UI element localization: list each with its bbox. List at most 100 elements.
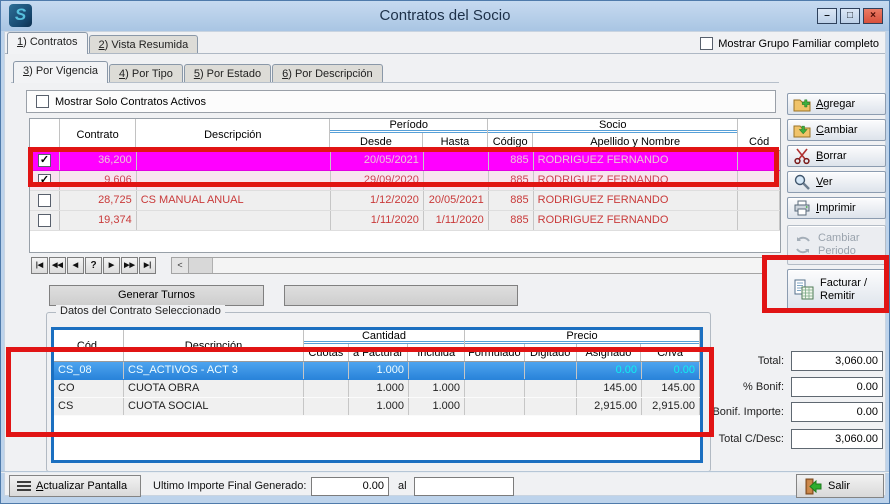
bonif-pct-field[interactable]: 0.00 [791,377,883,397]
ultimo-importe-label: Ultimo Importe Final Generado: [153,480,306,492]
cod-column-header: Cód. [54,330,124,361]
contract-row-0[interactable]: ✓36,20020/05/2021885RODRIGUEZ FERNANDO [30,151,780,171]
bonif-importe-label: Bonif. Importe: [634,406,784,418]
cell-descripcion: CUOTA OBRA [124,380,304,397]
agregar-label: Agregar [816,98,855,110]
cambiar-periodo-label: Cambiar Periodo [818,232,880,257]
row-checkbox[interactable] [38,214,51,227]
folder-change-icon [793,121,811,139]
imprimir-button[interactable]: Imprimir [787,197,886,219]
nav-button-4[interactable]: ▶ [103,257,120,274]
nav-button-5[interactable]: ▶▶ [121,257,138,274]
cell-codigo: 885 [489,211,534,230]
subtab-2[interactable]: 5) Por Estado [184,64,271,83]
magnifier-icon [793,173,811,191]
detail-table-body: CS_08CS_ACTIVOS - ACT 31.0000.000.00COCU… [54,362,700,416]
contracts-table-body: ✓36,20020/05/2021885RODRIGUEZ FERNANDO✓9… [30,151,780,231]
minimize-button[interactable]: – [817,8,837,24]
contract-row-2[interactable]: 28,725CS MANUAL ANUAL1/12/202020/05/2021… [30,191,780,211]
row-checkbox-cell [30,191,60,210]
row-checkbox-cell [30,211,60,230]
solo-activos-label: Mostrar Solo Contratos Activos [55,96,206,108]
detail-row-0[interactable]: CS_08CS_ACTIVOS - ACT 31.0000.000.00 [54,362,700,380]
cantidad-group-header: Cantidad Cuotas a Facturar Incluida [304,330,465,361]
periodo-group-label: Período [330,119,487,133]
contract-row-3[interactable]: 19,3741/11/20201/11/2020885RODRIGUEZ FER… [30,211,780,231]
nav-button-0[interactable]: |◀ [31,257,48,274]
cell-cuotas [304,398,349,415]
row-checkbox-cell: ✓ [30,151,60,170]
actualizar-pantalla-button[interactable]: Actualizar Pantalla [9,475,141,497]
facturar-remitir-button[interactable]: Facturar / Remitir [787,269,886,311]
agregar-button[interactable]: Agregar [787,93,886,115]
cell-codigo: 885 [489,191,534,210]
socio-group-header: Socio Código Apellido y Nombre [488,119,738,150]
grupo-familiar-checkbox[interactable] [700,37,713,50]
cell-apellido: RODRIGUEZ FERNANDO [534,151,738,170]
detail-row-1[interactable]: COCUOTA OBRA1.0001.000145.00145.00 [54,380,700,398]
contract-row-1[interactable]: ✓9,60629/09/2020885RODRIGUEZ FERNANDO [30,171,780,191]
al-field[interactable] [414,477,514,496]
cell-a_facturar: 1.000 [349,362,409,379]
cell-a_facturar: 1.000 [349,380,409,397]
salir-button[interactable]: Salir [796,474,884,498]
cell-a_facturar: 1.000 [349,398,409,415]
precio-group-label: Precio [465,330,699,344]
ver-button[interactable]: Ver [787,171,886,193]
formulado-column-header: Formulado [465,344,525,361]
row-checkbox[interactable]: ✓ [38,154,51,167]
tab-1[interactable]: 2) Vista Resumida [89,35,199,54]
cell-contrato: 28,725 [60,191,137,210]
cambiar-button[interactable]: Cambiar [787,119,886,141]
total-cdesc-field[interactable]: 3,060.00 [791,429,883,449]
scrollbar-thumb[interactable] [189,258,213,273]
row-checkbox[interactable]: ✓ [38,174,51,187]
row-checkbox-cell: ✓ [30,171,60,190]
ultimo-importe-field[interactable]: 0.00 [311,477,389,496]
solo-activos-bar: Mostrar Solo Contratos Activos [26,90,776,113]
maximize-button[interactable]: □ [840,8,860,24]
nav-button-3[interactable]: ? [85,257,102,274]
nav-button-1[interactable]: ◀◀ [49,257,66,274]
cell-cod2 [738,211,780,230]
nav-button-6[interactable]: ▶| [139,257,156,274]
window-controls: – □ × [817,8,883,24]
detail-row-2[interactable]: CSCUOTA SOCIAL1.0001.0002,915.002,915.00 [54,398,700,416]
cell-hasta: 20/05/2021 [424,191,489,210]
blank-button[interactable] [284,285,518,306]
borrar-button[interactable]: Borrar [787,145,886,167]
cell-cuotas [304,362,349,379]
apellido-column-header: Apellido y Nombre [533,133,737,150]
generar-turnos-button[interactable]: Generar Turnos [49,285,264,306]
cell-descripcion: CS_ACTIVOS - ACT 3 [124,362,304,379]
actualizar-pantalla-label: Actualizar Pantalla [36,480,127,492]
subtab-1[interactable]: 4) Por Tipo [109,64,183,83]
total-field[interactable]: 3,060.00 [791,351,883,371]
cambiar-label: Cambiar [816,124,858,136]
cell-hasta: 1/11/2020 [424,211,489,230]
subtab-0[interactable]: 3) Por Vigencia [13,61,108,83]
cell-contrato: 19,374 [60,211,137,230]
hasta-column-header: Hasta [423,133,488,150]
socio-group-label: Socio [488,119,737,133]
descripcion-column-header: Descripción [136,119,330,150]
tab-0[interactable]: 1) Contratos [7,32,88,54]
nav-button-2[interactable]: ◀ [67,257,84,274]
subtab-3[interactable]: 6) Por Descripción [272,64,382,83]
cambiar-periodo-button[interactable]: Cambiar Periodo [787,225,886,265]
scroll-left-icon[interactable]: < [172,258,189,273]
horizontal-scrollbar[interactable]: < [171,257,766,274]
cell-asignado: 2,915.00 [577,398,642,415]
al-label: al [398,480,407,492]
solo-activos-checkbox[interactable] [36,95,49,108]
bonif-importe-field[interactable]: 0.00 [791,402,883,422]
close-button[interactable]: × [863,8,883,24]
cuotas-column-header: Cuotas [304,344,349,361]
cell-descripcion: CUOTA SOCIAL [124,398,304,415]
printer-icon [793,199,811,217]
list-bars-icon [17,481,31,492]
checkbox-column-header [30,119,60,150]
row-checkbox[interactable] [38,194,51,207]
cell-digitado [525,362,577,379]
footer-divider [1,471,889,473]
